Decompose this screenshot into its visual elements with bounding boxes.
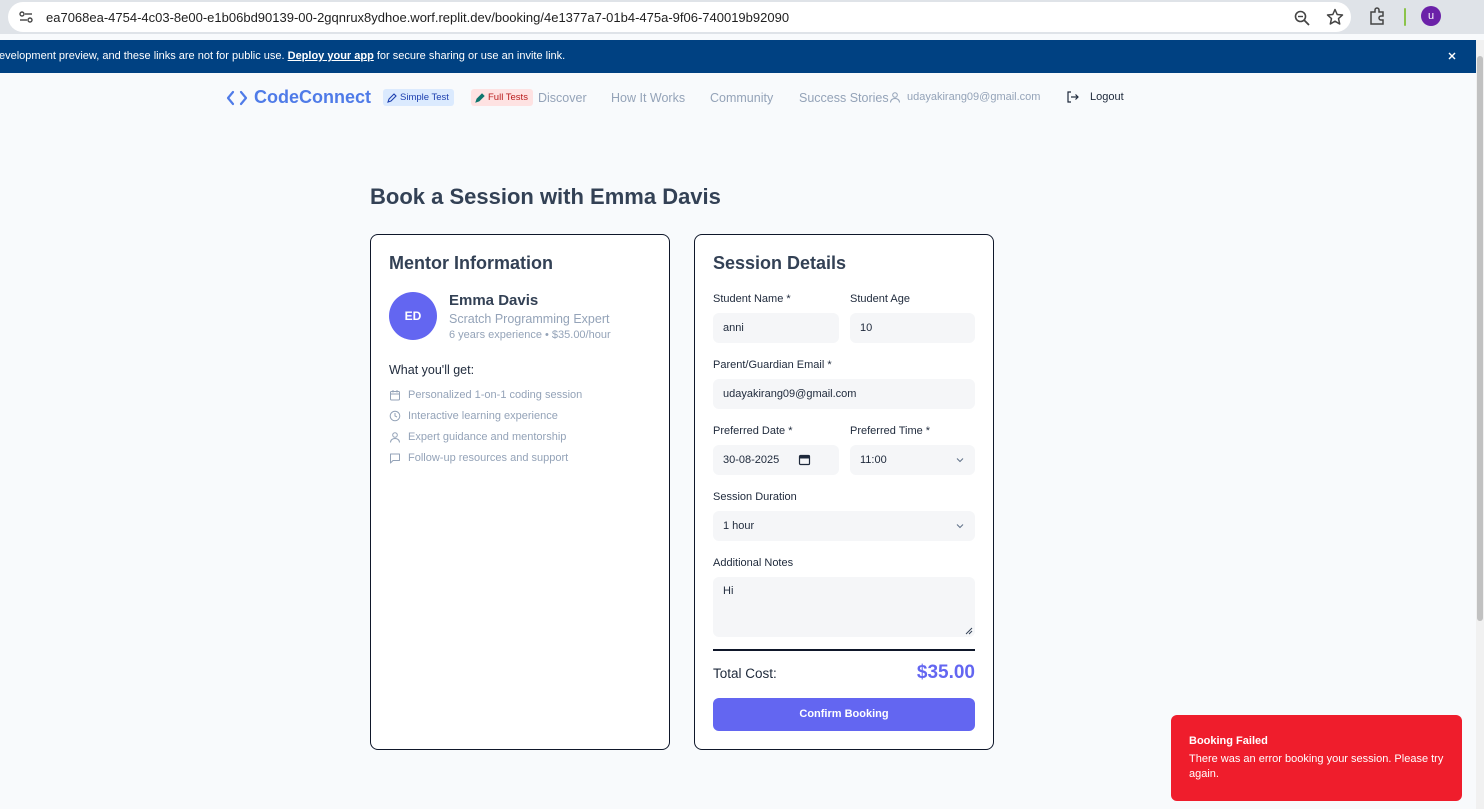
- user-icon: [890, 92, 900, 103]
- page-scrollbar[interactable]: [1476, 40, 1484, 809]
- user-icon: [390, 432, 400, 443]
- nav-link-discover[interactable]: Discover: [538, 91, 587, 105]
- date-label: Preferred Date *: [713, 425, 793, 437]
- benefits-heading: What you'll get:: [389, 363, 475, 377]
- time-label: Preferred Time *: [850, 425, 931, 437]
- student-age-label: Student Age: [850, 293, 910, 305]
- benefit-label: Personalized 1-on-1 coding session: [408, 389, 583, 401]
- benefit-label: Interactive learning experience: [408, 410, 558, 422]
- user-email: udayakirang09@gmail.com: [907, 91, 1041, 103]
- brand-name: CodeConnect: [254, 87, 371, 107]
- banner-text-before: evelopment preview, and these links are …: [0, 50, 285, 62]
- confirm-booking-button[interactable]: Confirm Booking: [713, 698, 975, 731]
- resize-grip-icon[interactable]: [965, 627, 973, 635]
- benefit-item: Expert guidance and mentorship: [389, 431, 566, 443]
- date-value: 30-08-2025: [723, 454, 780, 466]
- code-brackets-icon: [226, 90, 248, 105]
- toast-title: Booking Failed: [1189, 735, 1268, 747]
- session-card-title: Session Details: [713, 253, 847, 273]
- bookmark-star-icon[interactable]: [1326, 8, 1344, 26]
- chevron-down-icon: [956, 524, 964, 529]
- email-label: Parent/Guardian Email *: [713, 359, 832, 371]
- nav-link-how-it-works[interactable]: How It Works: [611, 91, 685, 105]
- time-value: 11:00: [860, 454, 887, 466]
- simple-test-button[interactable]: Simple Test: [383, 89, 454, 106]
- mentor-avatar: ED: [389, 292, 437, 340]
- nav-link-success-stories[interactable]: Success Stories: [799, 91, 889, 105]
- full-tests-button[interactable]: Full Tests: [471, 89, 533, 106]
- toolbar-divider: [1404, 8, 1406, 26]
- student-name-label: Student Name *: [713, 293, 791, 305]
- date-input[interactable]: 30-08-2025: [713, 445, 839, 475]
- benefit-item: Interactive learning experience: [389, 410, 558, 422]
- extensions-icon[interactable]: [1368, 7, 1386, 25]
- address-bar[interactable]: ea7068ea-4754-4c03-8e00-e1b06bd90139-00-…: [8, 2, 1351, 32]
- duration-select[interactable]: 1 hour: [713, 511, 975, 541]
- deploy-link[interactable]: Deploy your app: [288, 50, 374, 62]
- mentor-card-title: Mentor Information: [389, 253, 553, 273]
- simple-test-label: Simple Test: [400, 92, 449, 103]
- time-select[interactable]: 11:00: [850, 445, 975, 475]
- benefit-label: Expert guidance and mentorship: [408, 431, 567, 443]
- chat-bubble-icon: [390, 453, 400, 464]
- zoom-icon[interactable]: [1293, 9, 1311, 27]
- close-icon[interactable]: [1445, 49, 1459, 63]
- total-divider: [713, 649, 975, 651]
- total-cost-value: $35.00: [916, 662, 975, 683]
- site-settings-icon[interactable]: [18, 9, 34, 25]
- profile-avatar[interactable]: u: [1421, 6, 1441, 26]
- notes-textarea[interactable]: Hi: [713, 577, 975, 637]
- nav-link-community[interactable]: Community: [710, 91, 773, 105]
- mentor-info-card: Mentor Information ED Emma Davis Scratch…: [370, 234, 670, 750]
- logout-icon[interactable]: [1066, 90, 1080, 104]
- clock-icon: [389, 410, 401, 422]
- mentor-name: Emma Davis: [449, 292, 539, 309]
- student-name-input[interactable]: anni: [713, 313, 839, 343]
- benefit-item: Follow-up resources and support: [389, 452, 568, 464]
- page-title: Book a Session with Emma Davis: [370, 184, 721, 209]
- brand-logo[interactable]: CodeConnect: [226, 87, 371, 108]
- chevron-down-icon: [956, 458, 964, 463]
- scrollbar-thumb[interactable]: [1477, 56, 1483, 621]
- benefit-label: Follow-up resources and support: [408, 452, 569, 464]
- full-tests-label: Full Tests: [488, 92, 528, 103]
- benefit-item: Personalized 1-on-1 coding session: [389, 389, 582, 401]
- calendar-icon: [390, 390, 400, 401]
- mentor-specialty: Scratch Programming Expert: [449, 312, 610, 326]
- calendar-icon[interactable]: [798, 453, 811, 466]
- mentor-meta: 6 years experience • $35.00/hour: [449, 329, 611, 341]
- duration-label: Session Duration: [713, 491, 797, 503]
- logout-button[interactable]: Logout: [1090, 91, 1124, 103]
- toast-message: There was an error booking your session.…: [1189, 753, 1444, 780]
- student-age-input[interactable]: 10: [850, 313, 975, 343]
- preview-banner: evelopment preview, and these links are …: [0, 40, 1476, 73]
- pencil-icon: [387, 92, 397, 103]
- total-cost-label: Total Cost:: [713, 666, 777, 681]
- notes-value: Hi: [723, 585, 734, 597]
- session-details-card: Session Details Student Name * anni Stud…: [694, 234, 994, 750]
- url-text[interactable]: ea7068ea-4754-4c03-8e00-e1b06bd90139-00-…: [46, 10, 789, 25]
- email-input[interactable]: udayakirang09@gmail.com: [713, 379, 975, 409]
- browser-toolbar: ea7068ea-4754-4c03-8e00-e1b06bd90139-00-…: [0, 0, 1484, 34]
- pencil-icon: [475, 92, 485, 103]
- app-navbar: CodeConnect Simple Test Full Tests Disco…: [0, 73, 1476, 121]
- error-toast[interactable]: Booking Failed There was an error bookin…: [1171, 715, 1462, 801]
- notes-label: Additional Notes: [713, 557, 794, 569]
- banner-text: evelopment preview, and these links are …: [0, 50, 565, 62]
- duration-value: 1 hour: [723, 520, 755, 532]
- banner-text-after: for secure sharing or use an invite link…: [376, 50, 566, 62]
